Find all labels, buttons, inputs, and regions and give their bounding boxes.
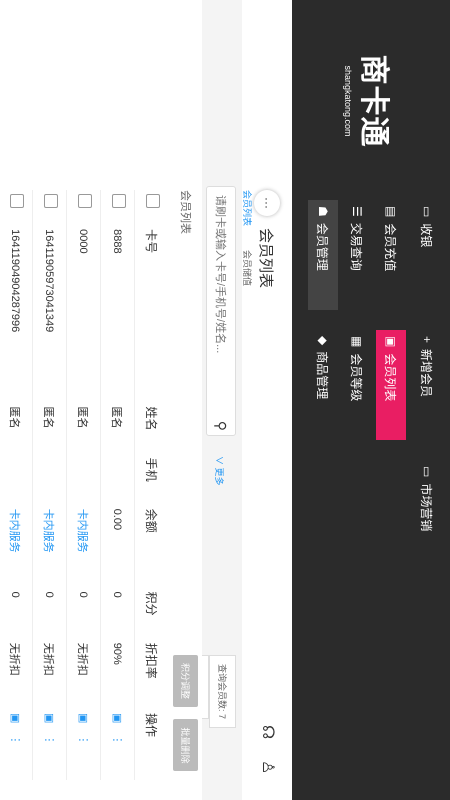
- table-header-row: 卡号 姓名 手机 余额 积分 折扣率 操作: [134, 190, 168, 780]
- discount-cell: 无折扣: [32, 638, 67, 709]
- member-list-card: 会员列表 积分调整 批量删除 卡号 姓名 手机 余额 积分 折扣率 操作 888…: [0, 0, 202, 800]
- menu-query[interactable]: ☰ 交易查询: [342, 200, 372, 310]
- level-icon: ▦: [350, 336, 364, 348]
- row-checkbox[interactable]: [10, 194, 24, 208]
- column-header: 余额: [134, 504, 168, 588]
- menu-label: 市场营销: [419, 483, 434, 532]
- menu-label: 会员等级: [349, 353, 364, 402]
- card-number-cell: 8888: [100, 225, 135, 403]
- actions-cell: ▣ ⋮: [0, 708, 33, 780]
- menu-marketing[interactable]: ▭ 市场营销: [412, 460, 442, 570]
- add-member-icon: +: [420, 336, 434, 344]
- row-action-icons[interactable]: ▣ ⋮: [111, 713, 123, 749]
- points-cell: 0: [66, 587, 101, 639]
- menu-member-list[interactable]: ▣ 会员列表: [376, 330, 406, 440]
- menu-cashier[interactable]: ▭ 收银: [412, 200, 442, 310]
- menu-label: 商品管理: [315, 351, 330, 400]
- row-select-cell: [100, 190, 135, 226]
- discount-cell: 90%: [100, 638, 135, 709]
- menu-label: 新增会员: [419, 349, 434, 398]
- table-row[interactable]: 0000 匿名卡内服务 0 无折扣 ▣ ⋮: [66, 190, 101, 780]
- menu-label: 会员列表: [383, 353, 398, 402]
- column-header: 操作: [134, 708, 168, 780]
- actions-cell: ▣ ⋮: [32, 708, 67, 780]
- row-action-icons[interactable]: ▣ ⋮: [9, 713, 21, 749]
- card-actions: 积分调整 批量删除: [173, 655, 198, 779]
- row-select-cell: [32, 190, 67, 226]
- column-header: 积分: [134, 587, 168, 639]
- sidebar: 商卡通 shangkatong.com ▭ 收银 ▤ 会员充值 ☰ 交易查询 ☗…: [292, 0, 450, 800]
- phone-cell: [0, 453, 33, 505]
- points-cell: 0: [100, 587, 135, 639]
- column-header: 姓名: [134, 402, 168, 454]
- discount-cell: 无折扣: [66, 638, 101, 709]
- row-checkbox[interactable]: [44, 194, 58, 208]
- table-row[interactable]: 1641190597304134​9 匿名卡内服务 0 无折扣 ▣ ⋮: [32, 190, 67, 780]
- menu-member-management[interactable]: ☗ 会员管理: [308, 200, 338, 310]
- points-cell: 0: [0, 587, 33, 639]
- menu-label: 收银: [419, 223, 434, 248]
- tab-member-list[interactable]: 会员列表: [241, 190, 254, 226]
- menu-add-member[interactable]: + 新增会员: [412, 330, 442, 440]
- column-header: 手机: [134, 453, 168, 505]
- row-checkbox[interactable]: [112, 194, 126, 208]
- row-select-cell: [66, 190, 101, 226]
- balance-cell: 卡内服务: [66, 504, 101, 588]
- row-action-icons[interactable]: ▣ ⋮: [43, 713, 55, 749]
- table-row[interactable]: 16411904904287996 匿名卡内服务 0 无折扣 ▣ ⋮: [0, 190, 33, 780]
- points-cell: 0: [32, 587, 67, 639]
- table-row[interactable]: 8888 匿名 0.00 0 90% ▣ ⋮: [100, 190, 135, 780]
- card-number-cell: 1641190597304134​9: [32, 225, 67, 403]
- member-table: 卡号 姓名 手机 余额 积分 折扣率 操作 8888 匿名 0.00 0 90% ▣ ⋮ 0…: [0, 190, 168, 780]
- name-cell: 匿名: [66, 402, 101, 454]
- marketing-icon: ▭: [420, 466, 434, 478]
- card-number-cell: 0000: [66, 225, 101, 403]
- phone-cell: [32, 453, 67, 505]
- recharge-icon: ▤: [384, 206, 398, 218]
- menu-label: 交易查询: [349, 222, 364, 271]
- name-cell: 匿名: [100, 402, 135, 454]
- menu-label: 会员充值: [383, 223, 398, 272]
- select-all-checkbox[interactable]: [146, 194, 160, 208]
- phone-cell: [100, 453, 135, 505]
- column-header: 折扣率: [134, 638, 168, 709]
- menu-products[interactable]: ◆ 商品管理: [308, 330, 338, 440]
- balance-cell: 卡内服务: [32, 504, 67, 588]
- main-content: ··· 会员列表 ☊ ♙ 会员列表 会员储值 ⚲ ∨ 更多 查询会员数: 7 会…: [0, 0, 292, 800]
- menu-recharge[interactable]: ▤ 会员充值: [376, 200, 406, 310]
- card-number-cell: 16411904904287996: [0, 225, 33, 403]
- toolbar: ⚲ ∨ 更多 查询会员数: 7 会员总数: 7: [182, 0, 242, 800]
- tag-icon: ◆: [316, 336, 330, 346]
- members-icon: ☗: [316, 206, 330, 217]
- row-select-cell: [0, 190, 33, 226]
- search-icon[interactable]: ⚲: [212, 421, 229, 431]
- app-canvas: 商卡通 shangkatong.com ▭ 收银 ▤ 会员充值 ☰ 交易查询 ☗…: [0, 0, 450, 800]
- query-icon: ☰: [350, 206, 364, 217]
- cashier-icon: ▭: [420, 206, 434, 218]
- list-icon: ▣: [384, 336, 398, 348]
- more-filter-link[interactable]: ∨ 更多: [213, 456, 226, 486]
- actions-cell: ▣ ⋮: [100, 708, 135, 780]
- actions-cell: ▣ ⋮: [66, 708, 101, 780]
- sub-tabs: 会员列表 会员储值: [240, 0, 262, 800]
- balance-cell: 卡内服务: [0, 504, 33, 588]
- card-title: 会员列表: [179, 190, 191, 234]
- name-cell: 匿名: [0, 402, 33, 454]
- query-count-badge: 查询会员数: 7: [209, 655, 236, 729]
- balance-cell: 0.00: [100, 504, 135, 588]
- batch-delete-button[interactable]: 批量删除: [173, 719, 198, 772]
- menu-label: 会员管理: [315, 222, 330, 271]
- tab-member-deposit[interactable]: 会员储值: [241, 250, 254, 286]
- row-action-icons[interactable]: ▣ ⋮: [77, 713, 89, 749]
- row-checkbox[interactable]: [78, 194, 92, 208]
- search-input[interactable]: [205, 187, 235, 407]
- adjust-points-button[interactable]: 积分调整: [173, 655, 198, 708]
- menu-member-level[interactable]: ▦ 会员等级: [342, 330, 372, 440]
- search-box: ⚲: [205, 186, 236, 436]
- name-cell: 匿名: [32, 402, 67, 454]
- phone-cell: [66, 453, 101, 505]
- select-all-cell: [134, 190, 168, 226]
- discount-cell: 无折扣: [0, 638, 33, 709]
- column-header: 卡号: [134, 225, 168, 403]
